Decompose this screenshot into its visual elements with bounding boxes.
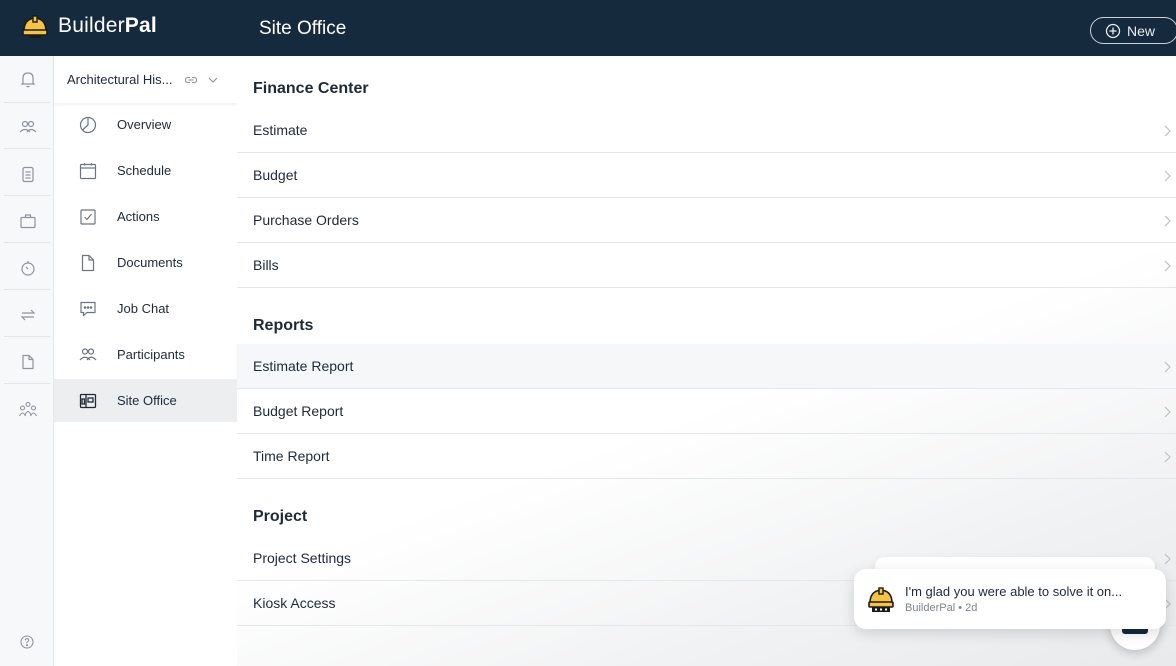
row-label: Estimate Report bbox=[253, 358, 354, 374]
document-icon[interactable] bbox=[18, 352, 38, 372]
help-circle-icon[interactable] bbox=[20, 635, 34, 649]
hardhat-logo-icon bbox=[22, 15, 48, 38]
chevron-right-icon bbox=[1164, 406, 1171, 418]
row-bills[interactable]: Bills bbox=[237, 243, 1176, 288]
new-button-label: New bbox=[1127, 22, 1156, 39]
row-label: Time Report bbox=[253, 448, 330, 464]
row-label: Estimate bbox=[253, 122, 308, 138]
chevron-right-icon bbox=[1164, 451, 1171, 463]
brand-logo[interactable]: BuilderPal bbox=[20, 11, 157, 41]
row-budget-report[interactable]: Budget Report bbox=[237, 389, 1176, 434]
chevron-right-icon bbox=[1164, 553, 1171, 565]
sidebar-item-actions[interactable]: Actions bbox=[54, 195, 237, 238]
chat-notification-toast[interactable]: I'm glad you were able to solve it on...… bbox=[854, 569, 1166, 629]
project-sidebar: Architectural His... Overview Schedule A… bbox=[54, 56, 237, 666]
icon-rail bbox=[0, 56, 54, 666]
row-label: Budget Report bbox=[253, 403, 344, 419]
chevron-right-icon bbox=[1164, 215, 1171, 227]
row-purchase-orders[interactable]: Purchase Orders bbox=[237, 198, 1176, 243]
sidebar-item-label: Documents bbox=[117, 255, 183, 270]
sidebar-item-label: Site Office bbox=[117, 393, 177, 408]
sidebar-item-job-chat[interactable]: Job Chat bbox=[54, 287, 237, 330]
document-icon bbox=[81, 254, 95, 271]
clipboard-icon[interactable] bbox=[18, 164, 38, 184]
row-time-report[interactable]: Time Report bbox=[237, 434, 1176, 479]
row-label: Bills bbox=[253, 257, 279, 273]
sidebar-item-label: Overview bbox=[117, 117, 172, 132]
brand-name-bold: Pal bbox=[124, 14, 157, 37]
chat-icon bbox=[80, 301, 96, 317]
row-label: Project Settings bbox=[253, 550, 352, 566]
row-label: Purchase Orders bbox=[253, 212, 359, 228]
briefcase-icon[interactable] bbox=[18, 211, 38, 231]
toast-meta: BuilderPal • 2d bbox=[905, 602, 978, 614]
sidebar-item-label: Job Chat bbox=[117, 301, 170, 316]
team-icon[interactable] bbox=[18, 399, 38, 419]
checkbox-icon bbox=[80, 208, 96, 225]
sidebar-item-site-office[interactable]: Site Office bbox=[54, 379, 237, 422]
brand-name-light: Builder bbox=[58, 14, 125, 37]
sidebar-item-participants[interactable]: Participants bbox=[54, 333, 237, 376]
row-label: Kiosk Access bbox=[253, 595, 336, 611]
sidebar-item-label: Participants bbox=[117, 347, 185, 362]
project-selector[interactable]: Architectural His... bbox=[54, 56, 237, 103]
hardhat-avatar-icon bbox=[868, 587, 894, 612]
section-title-reports: Reports bbox=[253, 317, 314, 334]
transfer-icon[interactable] bbox=[18, 305, 38, 325]
pie-chart-icon bbox=[79, 116, 97, 133]
sidebar-item-schedule[interactable]: Schedule bbox=[54, 149, 237, 192]
people-icon[interactable] bbox=[18, 117, 38, 137]
sidebar-item-label: Actions bbox=[117, 209, 160, 224]
timer-icon[interactable] bbox=[18, 258, 38, 278]
people-icon bbox=[79, 347, 97, 360]
chevron-right-icon bbox=[1164, 361, 1171, 373]
project-name: Architectural His... bbox=[67, 72, 173, 87]
chevron-right-icon bbox=[1164, 260, 1171, 272]
site-office-icon bbox=[79, 393, 97, 408]
sidebar-item-documents[interactable]: Documents bbox=[54, 241, 237, 284]
chevron-right-icon bbox=[1164, 125, 1171, 137]
calendar-icon bbox=[79, 162, 97, 179]
sidebar-item-label: Schedule bbox=[117, 163, 172, 178]
plus-circle-icon bbox=[1105, 23, 1121, 38]
new-button[interactable]: New bbox=[1090, 17, 1176, 44]
link-icon[interactable] bbox=[184, 73, 198, 87]
chevron-right-icon bbox=[1164, 170, 1171, 182]
bell-icon[interactable] bbox=[18, 69, 38, 89]
chevron-down-icon[interactable] bbox=[207, 74, 219, 86]
page-title: Site Office bbox=[259, 18, 347, 39]
row-label: Budget bbox=[253, 167, 298, 183]
row-budget[interactable]: Budget bbox=[237, 153, 1176, 198]
row-estimate-report[interactable]: Estimate Report bbox=[237, 344, 1176, 389]
sidebar-item-overview[interactable]: Overview bbox=[54, 103, 237, 146]
toast-message: I'm glad you were able to solve it on... bbox=[905, 584, 1123, 599]
row-estimate[interactable]: Estimate bbox=[237, 108, 1176, 153]
top-bar: BuilderPal Site Office New bbox=[0, 0, 1176, 56]
section-title-project: Project bbox=[253, 508, 308, 525]
section-title-finance-center: Finance Center bbox=[253, 80, 369, 97]
